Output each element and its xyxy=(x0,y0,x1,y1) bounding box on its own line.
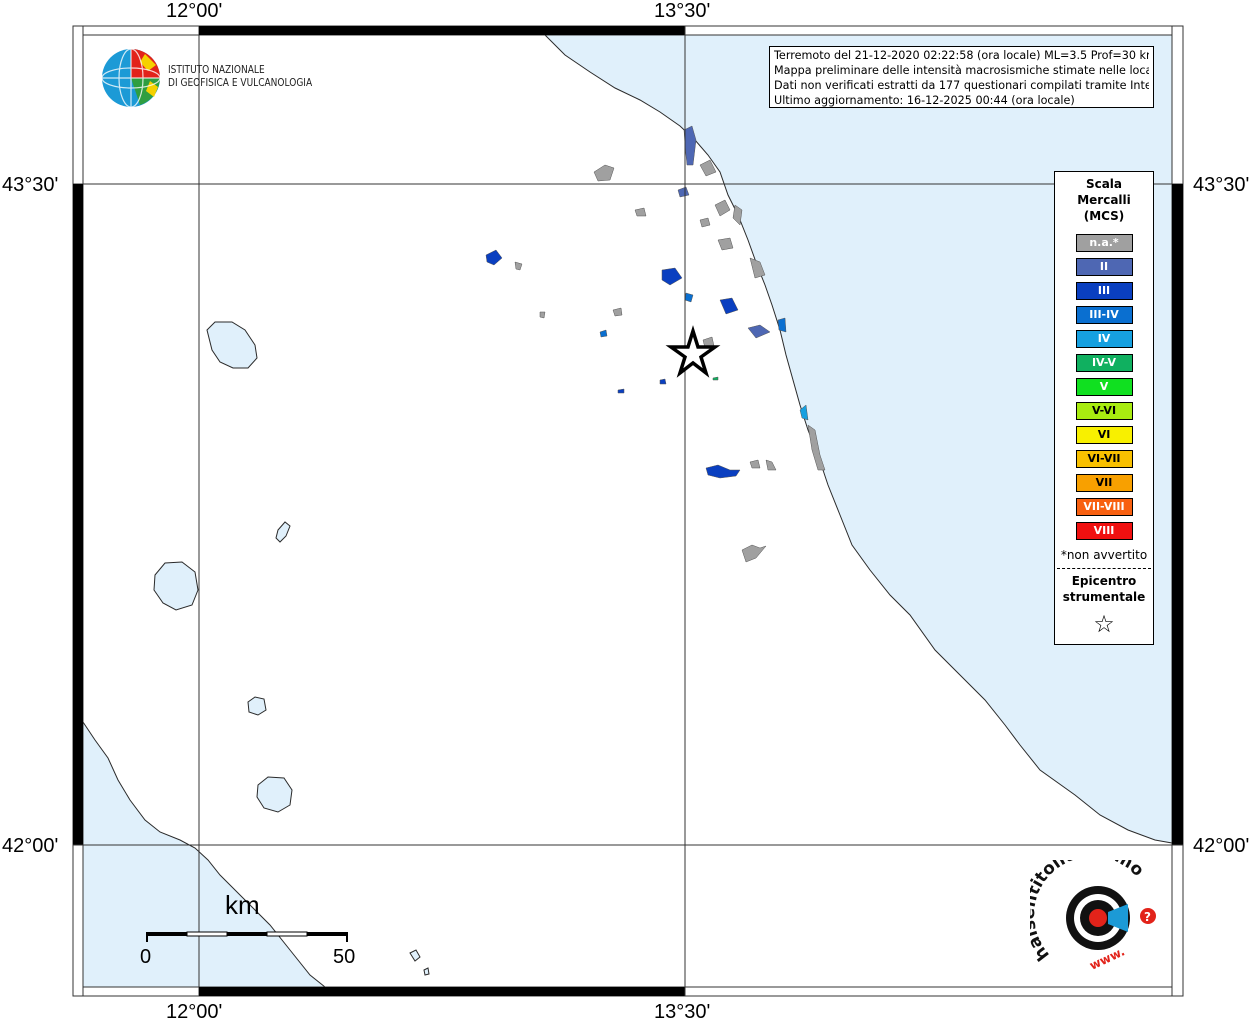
legend-epicenter-title: Epicentro strumentale xyxy=(1055,573,1153,605)
legend-divider xyxy=(1057,568,1151,569)
ingv-logo: ISTITUTO NAZIONALE DI GEOFISICA E VULCAN… xyxy=(100,47,320,109)
legend-note: *non avvertito xyxy=(1060,548,1148,562)
legend-item: IV xyxy=(1075,330,1133,348)
legend-item: V-VI xyxy=(1075,402,1133,420)
lat-label-left-42: 42°00' xyxy=(2,835,59,857)
haisentito-logo[interactable]: haisentitoilterremoto.it ? www. xyxy=(1019,842,1170,978)
ingv-name-line2: DI GEOFISICA E VULCANOLOGIA xyxy=(168,76,313,89)
svg-text:?: ? xyxy=(1144,910,1151,924)
legend-items: n.a.* II III III-IV IV IV-V V V-VI VI VI-VII VII VI… xyxy=(1055,234,1153,540)
legend-item: VI xyxy=(1075,426,1133,444)
lat-label-left-4330: 43°30' xyxy=(2,174,59,196)
legend-item: VII xyxy=(1075,474,1133,492)
lon-label-bottom-1330: 13°30' xyxy=(654,1001,711,1023)
intensity-legend: Scala Mercalli (MCS) n.a.* II III III-IV IV I… xyxy=(1054,171,1154,645)
legend-item: II xyxy=(1075,258,1133,276)
locality-na xyxy=(539,311,546,319)
ingv-name-line1: ISTITUTO NAZIONALE xyxy=(168,63,265,76)
ingv-name: ISTITUTO NAZIONALE DI GEOFISICA E VULCAN… xyxy=(168,63,312,89)
last-update-line: Ultimo aggiornamento: 16-12-2025 00:44 (… xyxy=(774,94,1075,107)
lon-label-top-12: 12°00' xyxy=(166,0,223,22)
legend-item: VIII xyxy=(1075,522,1133,540)
lat-label-right-42: 42°00' xyxy=(1193,835,1250,857)
legend-star-icon: ☆ xyxy=(1093,610,1115,638)
lon-label-top-1330: 13°30' xyxy=(654,0,711,22)
locality-iii-iv xyxy=(777,317,787,333)
legend-item: VII-VIII xyxy=(1075,498,1133,516)
locality-iii xyxy=(617,388,625,394)
target-center xyxy=(1089,909,1107,927)
locality-iii xyxy=(659,378,667,385)
legend-epicenter-text: Epicentro strumentale xyxy=(1062,574,1146,604)
lat-label-right-4330: 43°30' xyxy=(1193,174,1250,196)
legend-item: V xyxy=(1075,378,1133,396)
ingv-globe-icon xyxy=(101,48,161,108)
map-description-line: Mappa preliminare delle intensità macros… xyxy=(774,64,1149,77)
data-source-line: Dati non verificati estratti da 177 ques… xyxy=(774,79,1149,92)
legend-title-text: Scala Mercalli (MCS) xyxy=(1077,177,1131,223)
legend-item: n.a.* xyxy=(1075,234,1133,252)
legend-item: IV-V xyxy=(1075,354,1133,372)
legend-item: III-IV xyxy=(1075,306,1133,324)
legend-item: VI-VII xyxy=(1075,450,1133,468)
scale-unit: km xyxy=(225,890,260,920)
scale-bar: km 0 50 xyxy=(140,890,360,980)
legend-title: Scala Mercalli (MCS) xyxy=(1055,176,1153,224)
scale-max: 50 xyxy=(333,946,356,968)
event-info-box: Terremoto del 21-12-2020 02:22:58 (ora l… xyxy=(769,46,1154,108)
event-line: Terremoto del 21-12-2020 02:22:58 (ora l… xyxy=(774,49,1149,62)
lon-label-bottom-12: 12°00' xyxy=(166,1001,223,1023)
legend-item: III xyxy=(1075,282,1133,300)
scale-min: 0 xyxy=(140,946,152,968)
scale-bar-graphic xyxy=(146,931,348,942)
